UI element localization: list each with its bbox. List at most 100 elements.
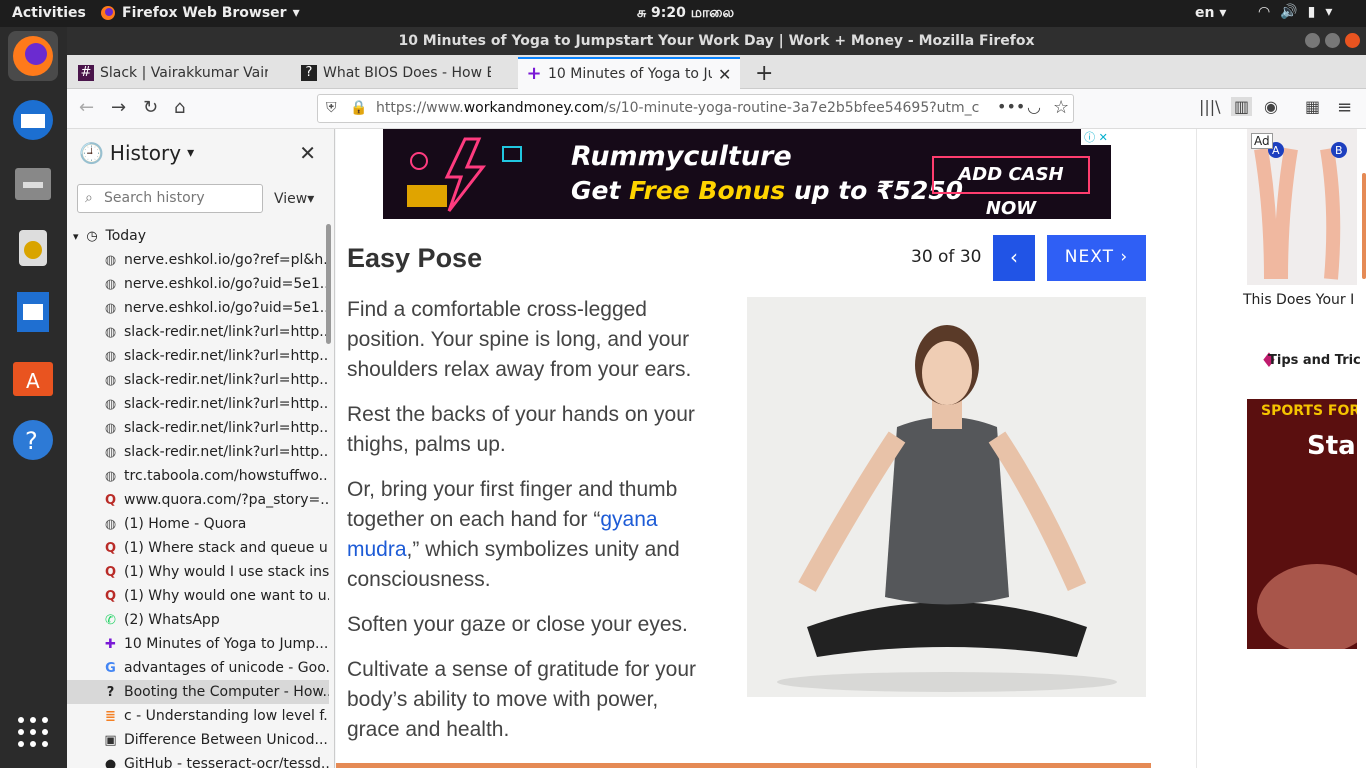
url-bar[interactable]: ⛨ 🔒 https://www.workandmoney.com/s/10-mi… [317,94,1074,123]
search-history-input[interactable]: ⌕ Search history [77,184,263,213]
history-item[interactable]: ◍ slack-redir.net/link?url=http... [67,416,329,440]
history-item[interactable]: Q (1) Why would one want to u... [67,584,329,608]
close-tab-icon[interactable]: ✕ [718,65,731,84]
library-icon[interactable]: |||\ [1199,97,1221,116]
side-ad-tips[interactable]: Tips and Tric [1268,353,1361,368]
volume-icon: 🔊 [1280,4,1298,20]
history-item[interactable]: ✆ (2) WhatsApp [67,608,329,632]
history-item[interactable]: ◍ slack-redir.net/link?url=http... [67,344,329,368]
add-cash-button[interactable]: ADD CASH NOW [932,156,1090,219]
globe-icon: ◍ [104,252,117,268]
history-item-label: c - Understanding low level f... [124,708,329,724]
back-button[interactable]: ← [79,97,94,118]
firefox-icon [101,6,115,20]
side-ad-caption[interactable]: This Does Your I [1243,292,1354,308]
dock-rhythmbox[interactable] [8,223,58,273]
ad-brand: Rummyculture [571,141,792,172]
pocket-icon[interactable]: ◡ [1027,97,1041,116]
page-scrollbar[interactable] [1362,173,1366,279]
history-item[interactable]: ◍ nerve.eshkol.io/go?ref=pl&h... [67,248,329,272]
new-tab-button[interactable]: + [747,57,777,89]
extensions-icon[interactable]: ▦ [1305,97,1320,116]
minimize-button[interactable] [1305,33,1320,48]
page-actions-icon[interactable]: ••• [997,97,1025,116]
language-indicator[interactable]: en ▾ [1195,5,1226,21]
sidebar-toggle-icon[interactable]: ▥ [1231,97,1253,116]
home-button[interactable]: ⌂ [174,97,185,118]
view-menu-button[interactable]: View▾ [274,191,314,207]
forward-button[interactable]: → [111,97,126,118]
maximize-button[interactable] [1325,33,1340,48]
history-item[interactable]: ◍ nerve.eshkol.io/go?uid=5e1... [67,296,329,320]
history-item-label: Booting the Computer - How... [124,684,329,700]
history-item[interactable]: ◍ slack-redir.net/link?url=http... [67,392,329,416]
google-icon: G [105,660,116,676]
history-item-label: GitHub - tesseract-ocr/tessd... [124,756,329,768]
sidebar-scrollbar[interactable] [326,224,331,344]
bookmark-star-icon[interactable]: ☆ [1053,97,1069,118]
activities-button[interactable]: Activities [12,5,86,21]
grid-icon [18,717,48,747]
history-item-label: (1) Why would one want to u... [124,588,329,604]
history-item[interactable]: ◍ slack-redir.net/link?url=http... [67,368,329,392]
history-item[interactable]: ✚ 10 Minutes of Yoga to Jump... [67,632,329,656]
dock-writer[interactable] [8,287,58,337]
dock-thunderbird[interactable] [8,95,58,145]
history-item[interactable]: ◍ (1) Home - Quora [67,512,329,536]
slide-counter: 30 of 30 [911,247,982,267]
dock-software[interactable]: A [8,351,58,401]
history-item[interactable]: Qwww.quora.com/?pa_story=... [67,488,329,512]
tab-yoga[interactable]: + 10 Minutes of Yoga to Ju ✕ [518,57,740,89]
history-item[interactable]: Gadvantages of unicode - Goo... [67,656,329,680]
svg-text:A: A [26,369,40,393]
history-item-label: 10 Minutes of Yoga to Jump... [124,636,329,652]
close-sidebar-button[interactable]: ✕ [299,141,316,165]
next-button[interactable]: NEXT › [1047,235,1146,281]
tab-strip: # Slack | Vairakkumar Vaira ? What BIOS … [67,55,1366,89]
lock-icon[interactable]: 🔒 [350,95,367,122]
today-group[interactable]: ▾ ◷ Today [67,224,329,248]
chevron-down-icon: ▾ [1325,4,1333,20]
history-item-label: trc.taboola.com/howstuffwo... [124,468,329,484]
reload-button[interactable]: ↻ [143,97,158,118]
tracking-shield-icon[interactable]: ⛨ [326,95,337,122]
dock-firefox[interactable] [8,31,58,81]
adchoices-icon[interactable]: ⓘ ✕ [1081,129,1111,145]
yoga-pose-photo [747,297,1146,697]
search-icon: ⌕ [85,190,93,206]
history-item[interactable]: Q (1) Why would I use stack ins... [67,560,329,584]
history-item[interactable]: ▣ Difference Between Unicod... [67,728,329,752]
app-menu[interactable]: Firefox Web Browser ▾ [100,5,300,21]
system-tray[interactable]: ◠ 🔊 ▮ ▾ [1258,4,1332,20]
history-item[interactable]: ≣ c - Understanding low level f... [67,704,329,728]
tab-label: 10 Minutes of Yoga to Ju [548,66,712,82]
sidebar-header[interactable]: 🕘 History ▾ [79,141,194,165]
history-item[interactable]: Q (1) Where stack and queue u... [67,536,329,560]
history-item[interactable]: ● GitHub - tesseract-ocr/tessd... [67,752,329,768]
side-ad-legs[interactable]: Ad A B [1247,129,1357,285]
hamburger-menu-icon[interactable]: ≡ [1337,97,1352,118]
tab-bios[interactable]: ? What BIOS Does - How B [293,57,515,89]
history-item[interactable]: ◍ trc.taboola.com/howstuffwo... [67,464,329,488]
history-item[interactable]: ◍ slack-redir.net/link?url=http... [67,320,329,344]
history-item[interactable]: ◍ slack-redir.net/link?url=http... [67,440,329,464]
tab-slack[interactable]: # Slack | Vairakkumar Vaira [70,57,288,89]
side-ad-sports[interactable]: SPORTS FOR Sta [1247,399,1357,649]
dock-help[interactable]: ? [8,415,58,465]
previous-button[interactable]: ‹ [993,235,1035,281]
globe-icon: ◍ [104,396,117,412]
rummyculture-ad-banner[interactable]: Rummyculture Get Free Bonus up to ₹5250 … [383,129,1111,219]
dock-files[interactable] [8,159,58,209]
quora-icon: Q [104,564,117,580]
close-button[interactable] [1345,33,1360,48]
dock-show-apps[interactable] [8,707,58,757]
history-item[interactable]: ◍ nerve.eshkol.io/go?uid=5e1... [67,272,329,296]
history-item[interactable]: ? Booting the Computer - How... [67,680,329,704]
account-icon[interactable]: ◉ [1264,97,1278,116]
clock[interactable]: சு 9:20 மாலை [637,5,734,23]
chevron-down-icon: ▾ [292,5,300,21]
sports-ad-text: Sta [1307,431,1356,461]
writer-icon [17,292,49,332]
paragraph: Or, bring your first finger and thumb to… [347,475,707,595]
history-list: ◍ nerve.eshkol.io/go?ref=pl&h... ◍ nerve.es… [67,248,329,768]
